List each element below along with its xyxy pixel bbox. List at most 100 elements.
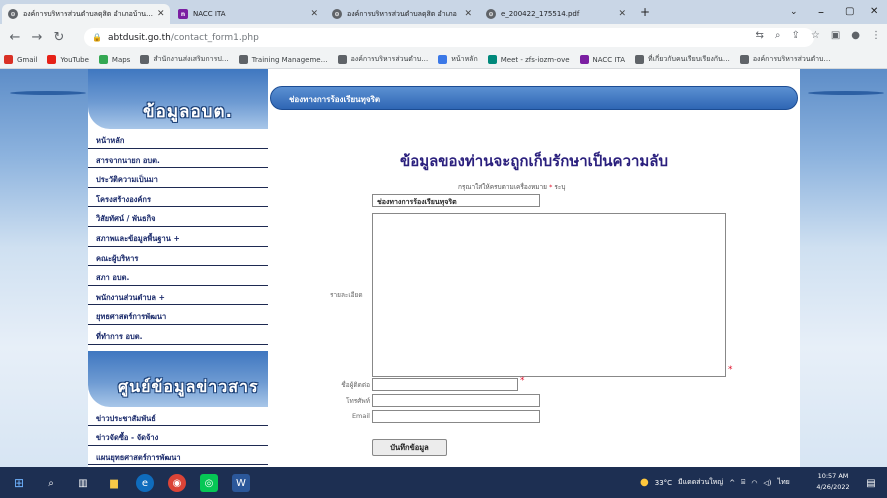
- new-tab-button[interactable]: +: [640, 5, 650, 19]
- email-label: Email: [351, 412, 370, 420]
- menu-icon[interactable]: ⋮: [871, 30, 881, 41]
- bookmark-label: หน้าหลัก: [451, 55, 478, 63]
- bookmark-favicon-icon: [337, 55, 347, 64]
- url-host: abtdusit.go.th: [107, 32, 171, 43]
- bookmark-item[interactable]: องค์การบริหารส่วนตำบ…: [337, 54, 429, 65]
- chrome-icon[interactable]: ◉: [168, 474, 186, 492]
- bookmark-favicon-icon: [47, 55, 57, 64]
- bookmark-item[interactable]: Maps: [98, 55, 130, 64]
- close-icon[interactable]: ✕: [460, 9, 472, 19]
- search-icon[interactable]: ⌕: [42, 474, 60, 492]
- decorative-wave: [808, 91, 884, 95]
- bookmark-label: NACC ITA: [592, 55, 626, 64]
- file-explorer-icon[interactable]: ▆: [105, 474, 123, 492]
- sidebar-item[interactable]: สภา อบต.: [88, 266, 268, 286]
- back-arrow-icon[interactable]: ←: [8, 30, 22, 45]
- subject-select[interactable]: ช่องทางการร้องเรียนทุจริต: [372, 194, 540, 207]
- bookmark-label: Meet - zfs-iozm-ove: [500, 55, 570, 64]
- sidebar-item[interactable]: สารจากนายก อบต.: [88, 149, 268, 169]
- page-background-right: [800, 69, 887, 467]
- sidebar-item[interactable]: แผนยุทธศาสตร์การพัฒนา: [88, 446, 268, 466]
- sidebar-item[interactable]: หน้าหลัก: [88, 129, 268, 149]
- contact-label: ชื่อผู้ติดต่อ: [341, 381, 370, 389]
- sidebar-item[interactable]: ยุทธศาสตร์การพัฒนา: [88, 305, 268, 325]
- windows-start-icon[interactable]: ⊞: [10, 474, 28, 492]
- input-language[interactable]: ไทย: [778, 477, 790, 488]
- sidebar-item[interactable]: โครงสร้างองค์กร: [88, 188, 268, 208]
- sidebar-item[interactable]: สภาพและข้อมูลพื้นฐาน +: [88, 227, 268, 247]
- weather-text: มีแดดส่วนใหญ่: [678, 478, 724, 486]
- bookmark-item[interactable]: องค์การบริหารส่วนตำบ…: [739, 54, 831, 65]
- maximize-button[interactable]: ▢: [845, 6, 854, 17]
- sidebar-item[interactable]: ข่าวประชาสัมพันธ์: [88, 407, 268, 427]
- reload-icon[interactable]: ↻: [52, 30, 66, 45]
- contact-name-input[interactable]: [372, 378, 518, 391]
- bookmark-item[interactable]: NACC ITA: [579, 55, 626, 64]
- sidebar-title-news: ศูนย์ข้อมูลข่าวสาร: [118, 376, 259, 396]
- bookmark-item[interactable]: Training Manageme…: [238, 55, 328, 64]
- browser-tab-4[interactable]: ⊙ e_200422_175514.pdf ✕: [480, 4, 632, 24]
- volume-icon[interactable]: ◁): [763, 479, 771, 487]
- required-star: *: [728, 365, 733, 375]
- sidebar-item[interactable]: วิสัยทัศน์ / พันธกิจ: [88, 207, 268, 227]
- bookmark-favicon-icon: [140, 55, 150, 64]
- detail-textarea[interactable]: [372, 213, 726, 377]
- line-icon[interactable]: ◎: [200, 474, 218, 492]
- wifi-icon[interactable]: ◠: [751, 479, 757, 487]
- star-icon[interactable]: ☆: [811, 30, 820, 41]
- sidebar-item[interactable]: พนักงานส่วนตำบล +: [88, 286, 268, 306]
- windows-taskbar: ⊞ ⌕ ▥ ▆ e ◉ ◎ W ● 33°C มีแดดส่วนใหญ่ ^ ⌸…: [0, 467, 887, 498]
- sidebar-item[interactable]: คณะผู้บริหาร: [88, 247, 268, 267]
- bookmark-item[interactable]: Meet - zfs-iozm-ove: [487, 55, 570, 64]
- close-icon[interactable]: ✕: [153, 9, 165, 19]
- notification-icon[interactable]: ▤: [862, 474, 880, 492]
- bookmark-label: สำนักงานส่งเสริมการป…: [153, 55, 229, 63]
- address-bar[interactable]: 🔒 abtdusit.go.th /contact_form1.php: [84, 28, 814, 47]
- sidebar: ข้อมูลอบต. หน้าหลัก สารจากนายก อบต. ประวัต…: [88, 69, 268, 467]
- edge-icon[interactable]: e: [136, 474, 154, 492]
- browser-tab-2[interactable]: n NACC ITA ✕: [172, 4, 324, 24]
- translate-icon[interactable]: ⇆: [755, 30, 763, 41]
- browser-tab-3[interactable]: ⊙ องค์การบริหารส่วนตำบลดุสิต อำเภอ ✕: [326, 4, 478, 24]
- phone-input[interactable]: [372, 394, 540, 407]
- page-heading: ข้อมูลของท่านจะถูกเก็บรักษาเป็นความลับ: [399, 152, 669, 170]
- close-icon[interactable]: ✕: [306, 9, 318, 19]
- close-window-button[interactable]: ✕: [870, 6, 878, 17]
- weather-temp[interactable]: 33°C: [655, 479, 672, 487]
- bookmarks-bar: Gmail YouTube Maps สำนักงานส่งเสริมการป… Tra…: [0, 51, 887, 69]
- sidebar-item[interactable]: ประวัติความเป็นมา: [88, 168, 268, 188]
- chevron-down-icon[interactable]: ⌄: [790, 7, 798, 17]
- minimize-button[interactable]: –: [818, 5, 824, 19]
- network-icon[interactable]: ⌸: [741, 478, 745, 487]
- web-page: ข้อมูลอบต. หน้าหลัก สารจากนายก อบต. ประวัต…: [0, 69, 887, 467]
- bookmark-item[interactable]: สำนักงานส่งเสริมการป…: [140, 54, 229, 65]
- sidebar-menu: หน้าหลัก สารจากนายก อบต. ประวัติความเป็นมา…: [88, 129, 268, 345]
- bookmark-item[interactable]: YouTube: [47, 55, 89, 64]
- forward-arrow-icon[interactable]: →: [30, 30, 44, 45]
- sidepanel-icon[interactable]: ▣: [831, 30, 840, 41]
- save-button[interactable]: บันทึกข้อมูล: [372, 439, 447, 456]
- zoom-icon[interactable]: ⌕: [775, 30, 781, 41]
- bookmark-label: Training Manageme…: [251, 55, 328, 64]
- clock[interactable]: 10:57 AM 4/26/2022: [812, 471, 854, 493]
- word-icon[interactable]: W: [232, 474, 250, 492]
- profile-icon[interactable]: ●: [851, 30, 860, 41]
- bookmark-favicon-icon: [635, 55, 645, 64]
- email-input[interactable]: [372, 410, 540, 423]
- tray-arrow-icon[interactable]: ^: [729, 479, 735, 487]
- required-star: *: [549, 183, 553, 191]
- bookmark-item[interactable]: หน้าหลัก: [438, 54, 478, 65]
- share-icon[interactable]: ⇪: [791, 30, 799, 41]
- task-view-icon[interactable]: ▥: [74, 474, 92, 492]
- sidebar-item[interactable]: ข่าวจัดซื้อ - จัดจ้าง: [88, 426, 268, 446]
- sidebar-item[interactable]: ที่ทำการ อบต.: [88, 325, 268, 345]
- bookmark-item[interactable]: ที่เกี่ยวกับคนเรียบเรียงกัน…: [635, 54, 730, 65]
- bookmark-item[interactable]: Gmail: [4, 55, 37, 64]
- browser-tab-1[interactable]: ⊙ องค์การบริหารส่วนตำบลดุสิต อำเภอบ้าน… …: [2, 4, 170, 24]
- screen: ⊙ องค์การบริหารส่วนตำบลดุสิต อำเภอบ้าน… …: [0, 0, 887, 498]
- bookmark-label: องค์การบริหารส่วนตำบ…: [350, 55, 429, 63]
- tab-title: NACC ITA: [193, 10, 226, 18]
- bookmark-favicon-icon: [238, 55, 248, 64]
- close-icon[interactable]: ✕: [614, 9, 626, 19]
- required-hint: กรุณาใส่ให้ครบตามเครื่องหมาย * ระบุ: [458, 182, 566, 192]
